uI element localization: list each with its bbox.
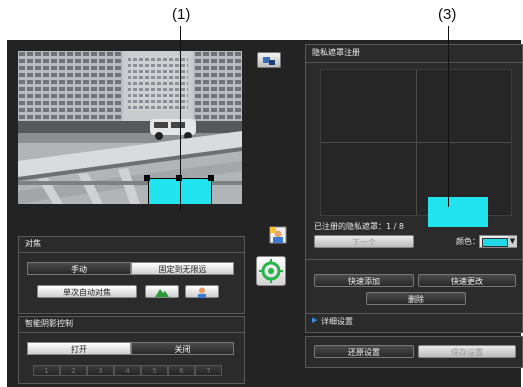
delete-mask-button[interactable]: 删除 <box>366 292 466 305</box>
callout-1: (1) <box>172 6 191 23</box>
focus-header: 对焦 <box>25 239 41 248</box>
save-settings-button[interactable]: 保存设置 <box>418 345 516 358</box>
color-swatch <box>482 238 508 247</box>
callout-3-line <box>448 26 449 207</box>
registered-mask-count: 已注册的隐私遮罩：1 / 8 <box>314 222 404 231</box>
smart-shade-off-button[interactable]: 关闭 <box>131 342 234 355</box>
shade-level-6[interactable]: 6 <box>168 365 195 376</box>
shade-level-1[interactable]: 1 <box>33 365 60 376</box>
quick-change-button[interactable]: 快速更改 <box>418 274 516 287</box>
camera-ui: 对焦 手动 固定到无限远 单次自动对焦 智能阴影控制 打开 关闭 1 2 3 4… <box>7 40 523 387</box>
focus-panel: 对焦 手动 固定到无限远 单次自动对焦 <box>18 236 245 314</box>
focus-manual-button[interactable]: 手动 <box>27 262 131 275</box>
target-icon[interactable] <box>256 256 286 286</box>
shade-level-4[interactable]: 4 <box>114 365 141 376</box>
action-panel: 还原设置 保存设置 <box>305 336 523 368</box>
shade-level-2[interactable]: 2 <box>60 365 87 376</box>
callout-3: (3) <box>438 6 457 23</box>
mask-grid-canvas[interactable] <box>320 69 512 227</box>
mask-grid-region[interactable] <box>428 197 488 227</box>
detail-settings-row[interactable]: ▶ 详细设置 <box>305 313 523 333</box>
focus-fixed-infinity-button[interactable]: 固定到无限远 <box>131 262 234 275</box>
privacy-mask-panel: 隐私遮罩注册 已注册的隐私遮罩：1 / 8 下一个 颜色： ▼ 快速添加 快速更… <box>305 44 523 319</box>
smart-shade-header: 智能阴影控制 <box>25 319 73 328</box>
mask-handle-tl[interactable] <box>144 175 150 181</box>
person-icon[interactable] <box>185 285 219 298</box>
one-shot-af-button[interactable]: 单次自动对焦 <box>37 285 137 298</box>
mountain-icon[interactable] <box>145 285 179 298</box>
chevron-down-icon[interactable]: ▼ <box>508 236 517 247</box>
shade-level-3[interactable]: 3 <box>87 365 114 376</box>
mask-color-select[interactable]: ▼ <box>479 235 517 248</box>
camera-switch-icon[interactable] <box>257 52 281 68</box>
quick-add-button[interactable]: 快速添加 <box>314 274 414 287</box>
restore-settings-button[interactable]: 还原设置 <box>314 345 414 358</box>
next-mask-button[interactable]: 下一个 <box>314 235 414 248</box>
video-preview[interactable] <box>18 51 242 204</box>
mask-handle-tm[interactable] <box>176 175 182 181</box>
callout-1-line <box>180 26 181 211</box>
smart-shade-panel: 智能阴影控制 打开 关闭 1 2 3 4 5 6 7 <box>18 316 245 384</box>
person-portrait-icon[interactable] <box>269 226 287 244</box>
shade-level-7[interactable]: 7 <box>195 365 222 376</box>
detail-settings-label: 详细设置 <box>321 317 353 326</box>
shade-level-5[interactable]: 5 <box>141 365 168 376</box>
color-label: 颜色： <box>456 237 480 246</box>
expand-arrow-icon: ▶ <box>312 316 318 324</box>
smart-shade-on-button[interactable]: 打开 <box>27 342 131 355</box>
mask-handle-tr[interactable] <box>208 175 214 181</box>
privacy-mask-header: 隐私遮罩注册 <box>312 48 360 57</box>
